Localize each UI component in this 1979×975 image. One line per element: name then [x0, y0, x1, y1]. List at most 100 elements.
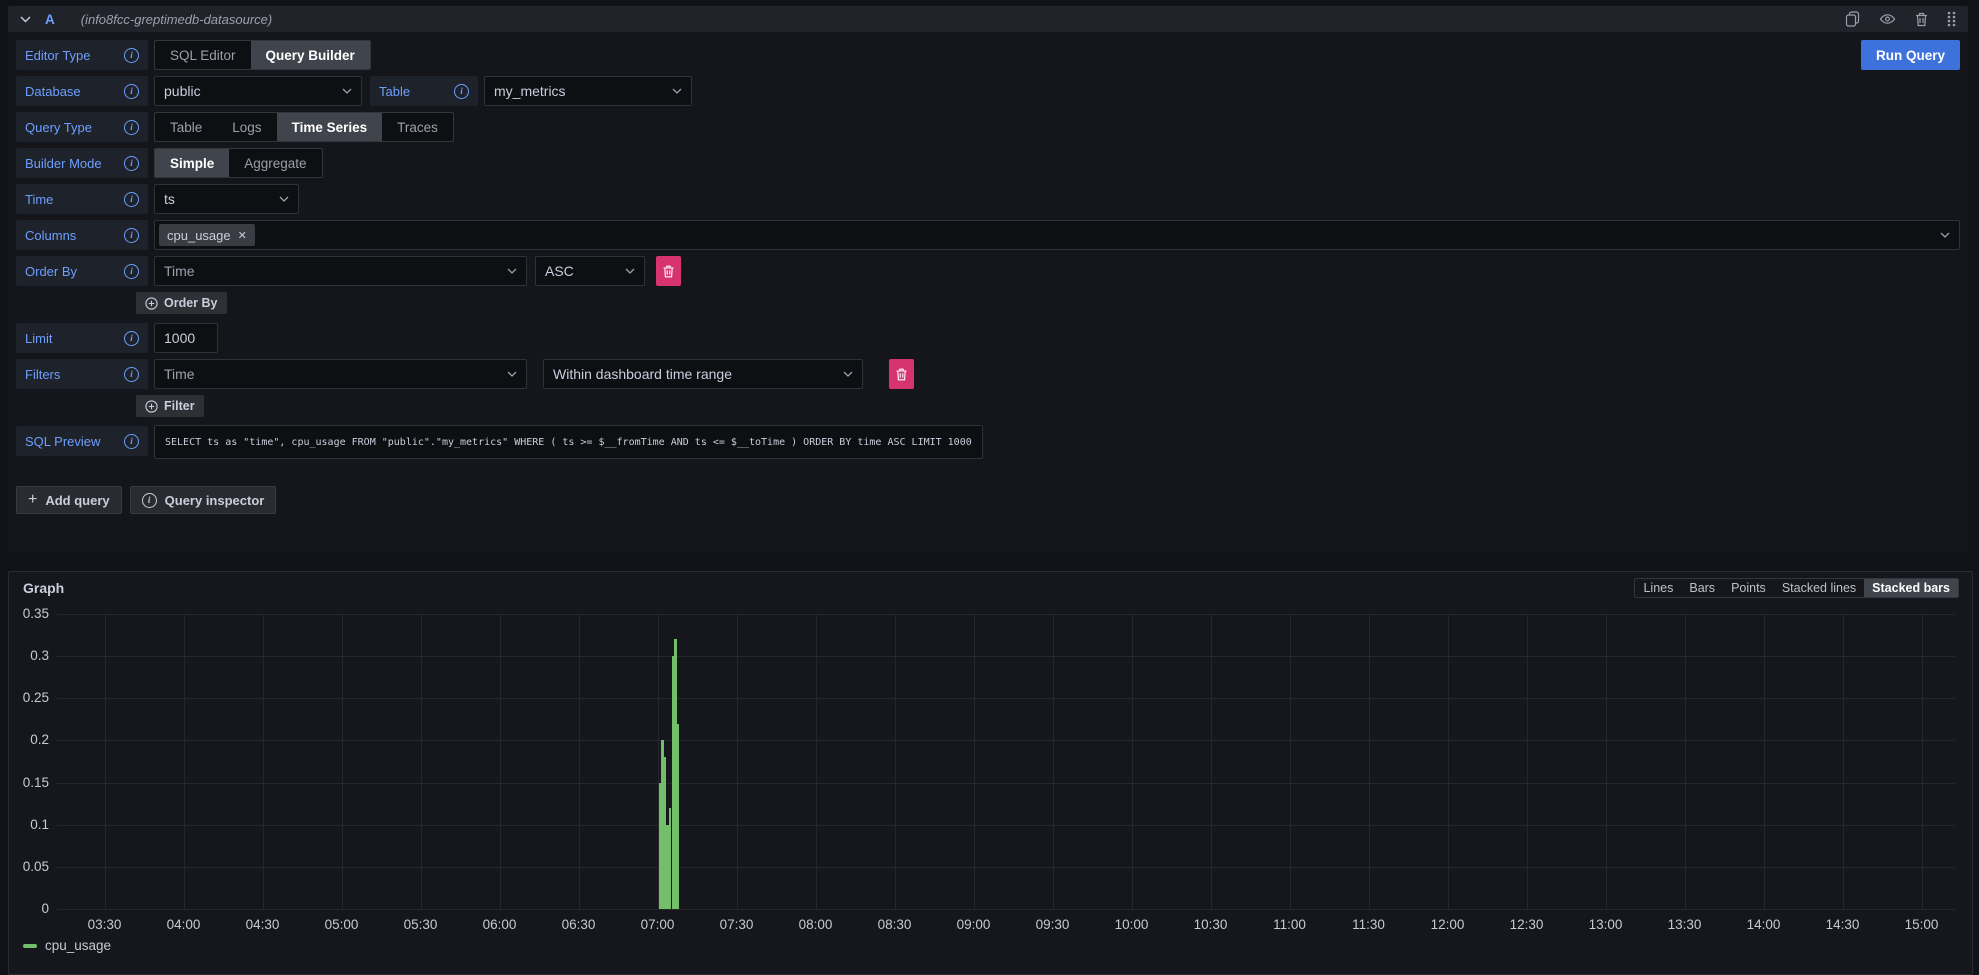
add-query-button[interactable]: + Add query — [16, 486, 122, 514]
add-filter-button[interactable]: Filter — [136, 395, 204, 417]
info-icon[interactable] — [454, 84, 469, 99]
info-icon — [142, 493, 157, 508]
editor-footer: + Add query Query inspector — [16, 486, 1960, 514]
y-axis-tick-label: 0.3 — [9, 648, 49, 663]
time-series-plot[interactable]: 00.050.10.150.20.250.30.3503:3004:0004:3… — [9, 572, 1972, 974]
database-row: Database public Table my_metrics — [16, 76, 1960, 106]
stacked-bar — [677, 724, 679, 909]
database-label: Database — [16, 76, 148, 106]
limit-row: Limit — [16, 323, 1960, 353]
time-column-select[interactable]: ts — [154, 184, 299, 214]
x-axis-tick-label: 10:00 — [1102, 917, 1162, 932]
query-row-header[interactable]: A (info8fcc-greptimedb-datasource) — [8, 6, 1968, 32]
chevron-down-icon — [342, 88, 352, 94]
limit-input[interactable] — [154, 323, 218, 353]
query-type-option-traces[interactable]: Traces — [382, 113, 453, 141]
x-axis-tick-label: 08:30 — [865, 917, 925, 932]
query-type-option-table[interactable]: Table — [155, 113, 217, 141]
x-axis-tick-label: 11:30 — [1339, 917, 1399, 932]
query-type-switch: Table Logs Time Series Traces — [154, 112, 454, 142]
query-type-row: Query Type Table Logs Time Series Traces — [16, 112, 1960, 142]
info-icon[interactable] — [124, 228, 139, 243]
builder-mode-option-aggregate[interactable]: Aggregate — [229, 149, 321, 177]
builder-mode-option-simple[interactable]: Simple — [155, 149, 229, 177]
remove-filter-button[interactable] — [889, 359, 914, 389]
query-ref-id[interactable]: A — [45, 12, 55, 27]
info-icon[interactable] — [124, 120, 139, 135]
graph-panel: Graph Lines Bars Points Stacked lines St… — [8, 571, 1973, 975]
legend-item-cpu-usage[interactable]: cpu_usage — [23, 938, 111, 953]
info-icon[interactable] — [124, 367, 139, 382]
chevron-down-icon — [279, 196, 289, 202]
query-inspector-label: Query inspector — [165, 493, 265, 508]
datasource-name: (info8fcc-greptimedb-datasource) — [81, 12, 272, 27]
query-type-label-text: Query Type — [25, 120, 92, 135]
time-column-value: ts — [164, 191, 175, 207]
run-query-button[interactable]: Run Query — [1861, 40, 1960, 70]
order-by-direction-select[interactable]: ASC — [535, 256, 645, 286]
columns-label-text: Columns — [25, 228, 76, 243]
database-select[interactable]: public — [154, 76, 362, 106]
columns-multiselect[interactable]: cpu_usage ✕ — [154, 220, 1960, 250]
collapse-chevron-icon[interactable] — [20, 16, 31, 23]
drag-handle-icon[interactable] — [1947, 11, 1956, 27]
x-axis-tick-label: 09:00 — [944, 917, 1004, 932]
x-axis-tick-label: 11:00 — [1260, 917, 1320, 932]
x-axis-tick-label: 14:30 — [1813, 917, 1873, 932]
remove-tag-icon[interactable]: ✕ — [238, 229, 247, 242]
y-axis-tick-label: 0.15 — [9, 775, 49, 790]
info-icon[interactable] — [124, 84, 139, 99]
database-value: public — [164, 83, 201, 99]
filter-condition-select[interactable]: Within dashboard time range — [543, 359, 863, 389]
add-order-by-button[interactable]: Order By — [136, 292, 227, 314]
add-filter-label: Filter — [164, 399, 195, 413]
info-icon[interactable] — [124, 331, 139, 346]
remove-order-by-button[interactable] — [656, 256, 681, 286]
table-select[interactable]: my_metrics — [484, 76, 692, 106]
editor-type-label-text: Editor Type — [25, 48, 91, 63]
info-icon[interactable] — [124, 48, 139, 63]
toggle-visibility-eye-icon[interactable] — [1879, 11, 1896, 27]
chevron-down-icon — [507, 371, 517, 377]
legend-color-swatch — [23, 944, 37, 948]
order-by-field-placeholder: Time — [164, 263, 195, 279]
query-inspector-button[interactable]: Query inspector — [130, 486, 277, 514]
query-type-option-time-series[interactable]: Time Series — [277, 113, 383, 141]
y-axis-tick-label: 0.25 — [9, 690, 49, 705]
editor-type-option-query-builder[interactable]: Query Builder — [251, 41, 370, 69]
x-axis-tick-label: 03:30 — [75, 917, 135, 932]
order-by-field-select[interactable]: Time — [154, 256, 527, 286]
y-axis-tick-label: 0.35 — [9, 606, 49, 621]
delete-query-icon[interactable] — [1915, 12, 1928, 27]
filter-field-select[interactable]: Time — [154, 359, 527, 389]
info-icon[interactable] — [124, 156, 139, 171]
chevron-down-icon — [507, 268, 517, 274]
table-value: my_metrics — [494, 83, 566, 99]
sql-preview-label: SQL Preview — [16, 426, 148, 456]
table-label-text: Table — [379, 84, 410, 99]
x-axis-tick-label: 08:00 — [786, 917, 846, 932]
editor-type-switch: SQL Editor Query Builder — [154, 40, 371, 70]
column-tag-cpu-usage[interactable]: cpu_usage ✕ — [159, 224, 255, 246]
y-axis-tick-label: 0 — [9, 901, 49, 916]
limit-label: Limit — [16, 323, 148, 353]
x-axis-tick-label: 12:00 — [1418, 917, 1478, 932]
x-axis-tick-label: 07:30 — [707, 917, 767, 932]
sql-preview-row: SQL Preview SELECT ts as "time", cpu_usa… — [16, 426, 1960, 458]
x-axis-tick-label: 13:30 — [1655, 917, 1715, 932]
order-by-row: Order By Time ASC — [16, 256, 1960, 286]
columns-row: Columns cpu_usage ✕ — [16, 220, 1960, 250]
info-icon[interactable] — [124, 264, 139, 279]
filters-label: Filters — [16, 359, 148, 389]
editor-type-row: Editor Type SQL Editor Query Builder Run… — [16, 40, 1960, 70]
legend-series-label: cpu_usage — [45, 938, 111, 953]
editor-type-option-sql-editor[interactable]: SQL Editor — [155, 41, 251, 69]
info-icon[interactable] — [124, 192, 139, 207]
info-icon[interactable] — [124, 434, 139, 449]
x-axis-tick-label: 04:30 — [233, 917, 293, 932]
y-axis-tick-label: 0.1 — [9, 817, 49, 832]
query-type-option-logs[interactable]: Logs — [217, 113, 276, 141]
duplicate-query-icon[interactable] — [1845, 11, 1860, 27]
filter-add-row: Filter — [136, 395, 1960, 417]
query-row-a: A (info8fcc-greptimedb-datasource) — [8, 6, 1968, 552]
